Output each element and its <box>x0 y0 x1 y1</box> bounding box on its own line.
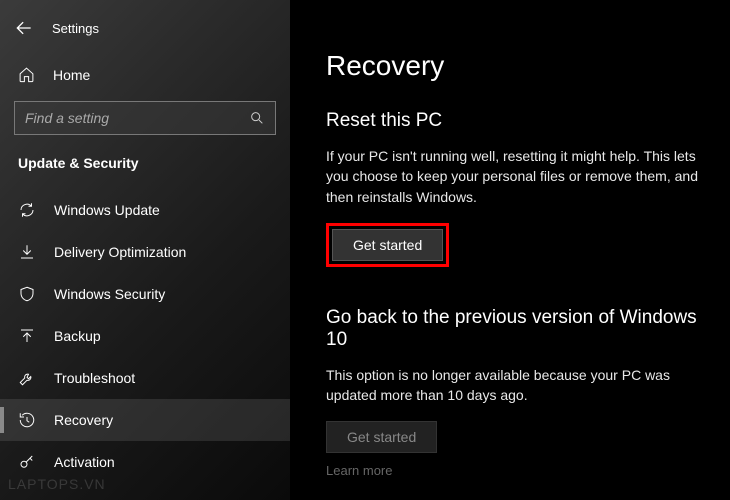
sidebar-item-windows-update[interactable]: Windows Update <box>0 189 290 231</box>
sidebar-item-label: Activation <box>54 454 115 470</box>
sidebar-item-troubleshoot[interactable]: Troubleshoot <box>0 357 290 399</box>
page-title: Recovery <box>326 50 700 82</box>
reset-heading: Reset this PC <box>326 110 700 132</box>
goback-description: This option is no longer available becau… <box>326 365 700 406</box>
main-content: Recovery Reset this PC If your PC isn't … <box>290 0 730 500</box>
wrench-icon <box>18 369 36 387</box>
sidebar-item-windows-security[interactable]: Windows Security <box>0 273 290 315</box>
sidebar-item-recovery[interactable]: Recovery <box>0 399 290 441</box>
download-icon <box>18 243 36 261</box>
backup-icon <box>18 327 36 345</box>
goback-heading: Go back to the previous version of Windo… <box>326 307 700 351</box>
sidebar-item-label: Troubleshoot <box>54 370 135 386</box>
sidebar-item-label: Windows Update <box>54 202 160 218</box>
sidebar-item-label: Recovery <box>54 412 113 428</box>
goback-get-started-button: Get started <box>326 421 437 453</box>
home-link[interactable]: Home <box>0 56 290 93</box>
arrow-left-icon <box>14 18 34 38</box>
back-button[interactable] <box>10 14 38 42</box>
sidebar-item-label: Delivery Optimization <box>54 244 186 260</box>
highlight-annotation: Get started <box>326 223 449 267</box>
history-icon <box>18 411 36 429</box>
sidebar-item-label: Backup <box>54 328 101 344</box>
reset-pc-section: Reset this PC If your PC isn't running w… <box>326 110 700 267</box>
learn-more-link[interactable]: Learn more <box>326 463 700 478</box>
sync-icon <box>18 201 36 219</box>
go-back-section: Go back to the previous version of Windo… <box>326 307 700 479</box>
window-title: Settings <box>52 21 99 36</box>
category-heading: Update & Security <box>0 149 290 189</box>
sidebar: Settings Home Update & Security Windows … <box>0 0 290 500</box>
search-input[interactable] <box>25 110 249 126</box>
reset-get-started-button[interactable]: Get started <box>332 229 443 261</box>
shield-icon <box>18 285 36 303</box>
home-icon <box>18 66 35 83</box>
search-icon <box>249 110 265 126</box>
reset-description: If your PC isn't running well, resetting… <box>326 146 700 207</box>
watermark: LAPTOPS.VN <box>8 476 106 492</box>
key-icon <box>18 453 36 471</box>
sidebar-item-backup[interactable]: Backup <box>0 315 290 357</box>
search-box[interactable] <box>14 101 276 135</box>
sidebar-item-delivery-optimization[interactable]: Delivery Optimization <box>0 231 290 273</box>
header-row: Settings <box>0 10 290 56</box>
home-label: Home <box>53 67 90 83</box>
sidebar-item-label: Windows Security <box>54 286 165 302</box>
